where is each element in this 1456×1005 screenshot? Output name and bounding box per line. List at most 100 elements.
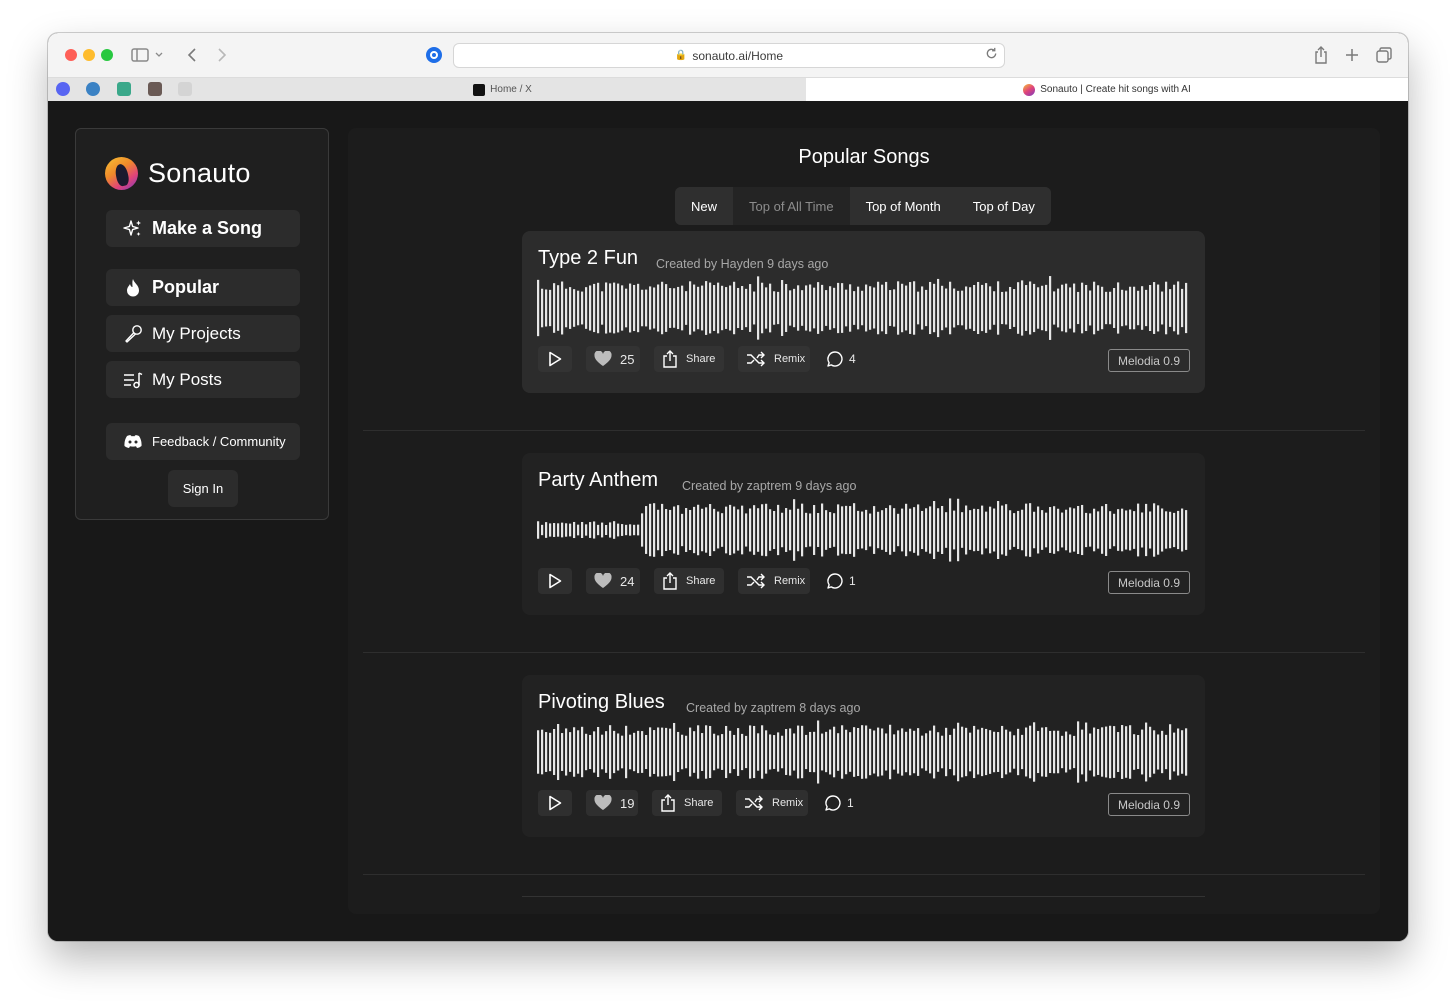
- comment-count: 1: [847, 796, 854, 810]
- remix-button[interactable]: Remix: [738, 346, 810, 372]
- page-title: Popular Songs: [798, 146, 930, 168]
- main-feed: Popular Songs New Top of All Time Top of…: [348, 128, 1380, 914]
- song-card: Party Anthem Created by zaptrem 9 days a…: [522, 453, 1205, 615]
- share-button[interactable]: Share: [654, 568, 724, 594]
- brand[interactable]: Sonauto: [105, 157, 251, 190]
- song-creator: Created by Hayden 9 days ago: [656, 257, 829, 271]
- like-count: 19: [620, 795, 635, 811]
- filter-new[interactable]: New: [675, 187, 734, 225]
- heart-icon: [594, 573, 612, 589]
- sidebar-item-popular[interactable]: Popular: [106, 269, 300, 306]
- song-title[interactable]: Pivoting Blues: [538, 691, 665, 714]
- play-button[interactable]: [538, 790, 572, 816]
- song-card: Type 2 Fun Created by Hayden 9 days ago …: [522, 231, 1205, 393]
- discord-icon: [122, 431, 144, 453]
- waveform[interactable]: [537, 717, 1189, 787]
- share-icon[interactable]: [1311, 45, 1331, 65]
- remix-label: Remix: [772, 797, 804, 809]
- divider: [363, 652, 1365, 653]
- next-card-edge: [522, 896, 1205, 897]
- minimize-window-button[interactable]: [83, 49, 95, 61]
- remix-button[interactable]: Remix: [736, 790, 808, 816]
- github-pinned-tab-icon[interactable]: [178, 82, 192, 96]
- feedback-community-button[interactable]: Feedback / Community: [106, 423, 300, 460]
- comments-button[interactable]: 4: [826, 346, 856, 372]
- new-tab-icon[interactable]: [1342, 45, 1362, 65]
- forward-icon[interactable]: [212, 45, 232, 65]
- like-button[interactable]: 24: [586, 568, 640, 594]
- sidebar-item-my-projects[interactable]: My Projects: [106, 315, 300, 352]
- feedback-label: Feedback / Community: [152, 434, 286, 449]
- photo-pinned-tab-icon[interactable]: [148, 82, 162, 96]
- sidebar-item-label: My Projects: [152, 323, 241, 343]
- share-label: Share: [686, 353, 716, 365]
- comments-button[interactable]: 1: [824, 790, 854, 816]
- share-button[interactable]: Share: [652, 790, 722, 816]
- divider: [363, 874, 1365, 875]
- waveform[interactable]: [537, 495, 1189, 565]
- song-title[interactable]: Party Anthem: [538, 469, 658, 492]
- zoom-window-button[interactable]: [101, 49, 113, 61]
- microphone-icon: [122, 323, 144, 345]
- url-text: sonauto.ai/Home: [692, 48, 784, 63]
- comment-icon: [826, 572, 844, 590]
- shuffle-icon: [744, 795, 764, 811]
- sign-in-button[interactable]: Sign In: [168, 470, 238, 507]
- pinned-tab-icon[interactable]: [86, 82, 100, 96]
- filter-top-month[interactable]: Top of Month: [849, 187, 957, 225]
- sonauto-logo-icon: [105, 157, 138, 190]
- like-count: 25: [620, 351, 635, 367]
- remix-button[interactable]: Remix: [738, 568, 810, 594]
- sonauto-favicon-icon: [1023, 83, 1036, 96]
- tab-sonauto[interactable]: Sonauto | Create hit songs with AI: [806, 78, 1408, 101]
- flame-icon: [122, 277, 144, 299]
- remix-label: Remix: [774, 353, 806, 365]
- back-icon[interactable]: [182, 45, 202, 65]
- share-button[interactable]: Share: [654, 346, 724, 372]
- share-label: Share: [686, 575, 716, 587]
- chatgpt-pinned-tab-icon[interactable]: [117, 82, 131, 96]
- comment-icon: [826, 350, 844, 368]
- play-button[interactable]: [538, 346, 572, 372]
- make-song-button[interactable]: Make a Song: [106, 210, 300, 247]
- song-card: Pivoting Blues Created by zaptrem 8 days…: [522, 675, 1205, 837]
- brand-name: Sonauto: [148, 158, 251, 188]
- page-content: Sonauto Make a Song Popular My Projects: [48, 101, 1408, 941]
- discord-pinned-tab-icon[interactable]: [56, 82, 70, 96]
- sidebar-toggle-icon[interactable]: [130, 45, 150, 65]
- song-creator: Created by zaptrem 9 days ago: [682, 479, 857, 493]
- close-window-button[interactable]: [65, 49, 77, 61]
- share-icon: [662, 572, 678, 590]
- play-button[interactable]: [538, 568, 572, 594]
- tab-label: Sonauto | Create hit songs with AI: [1040, 84, 1191, 95]
- share-label: Share: [684, 797, 714, 809]
- like-button[interactable]: 25: [586, 346, 640, 372]
- shuffle-icon: [746, 351, 766, 367]
- sidebar-item-my-posts[interactable]: My Posts: [106, 361, 300, 398]
- tab-bar: Home / X Sonauto | Create hit songs with…: [48, 78, 1408, 102]
- chevron-down-icon[interactable]: [153, 45, 165, 65]
- song-creator: Created by zaptrem 8 days ago: [686, 701, 861, 715]
- address-bar[interactable]: 🔒 sonauto.ai/Home: [453, 43, 1005, 68]
- song-title[interactable]: Type 2 Fun: [538, 247, 638, 270]
- reload-icon[interactable]: [985, 47, 998, 63]
- lock-icon: 🔒: [674, 50, 688, 61]
- filter-top-day[interactable]: Top of Day: [956, 187, 1051, 225]
- comment-count: 1: [849, 574, 856, 588]
- filter-top-all-time[interactable]: Top of All Time: [733, 187, 850, 225]
- play-icon: [548, 351, 562, 367]
- playlist-icon: [122, 369, 144, 391]
- waveform[interactable]: [537, 273, 1189, 343]
- comments-button[interactable]: 1: [826, 568, 856, 594]
- like-button[interactable]: 19: [586, 790, 638, 816]
- make-song-label: Make a Song: [152, 218, 263, 238]
- x-logo-icon: [473, 83, 486, 96]
- comment-count: 4: [849, 352, 856, 366]
- tab-x-home[interactable]: Home / X: [200, 78, 805, 101]
- tab-overview-icon[interactable]: [1374, 45, 1394, 65]
- tab-label: Home / X: [490, 84, 532, 95]
- share-icon: [660, 794, 676, 812]
- password-manager-icon[interactable]: [426, 47, 442, 63]
- comment-icon: [824, 794, 842, 812]
- divider: [363, 430, 1365, 431]
